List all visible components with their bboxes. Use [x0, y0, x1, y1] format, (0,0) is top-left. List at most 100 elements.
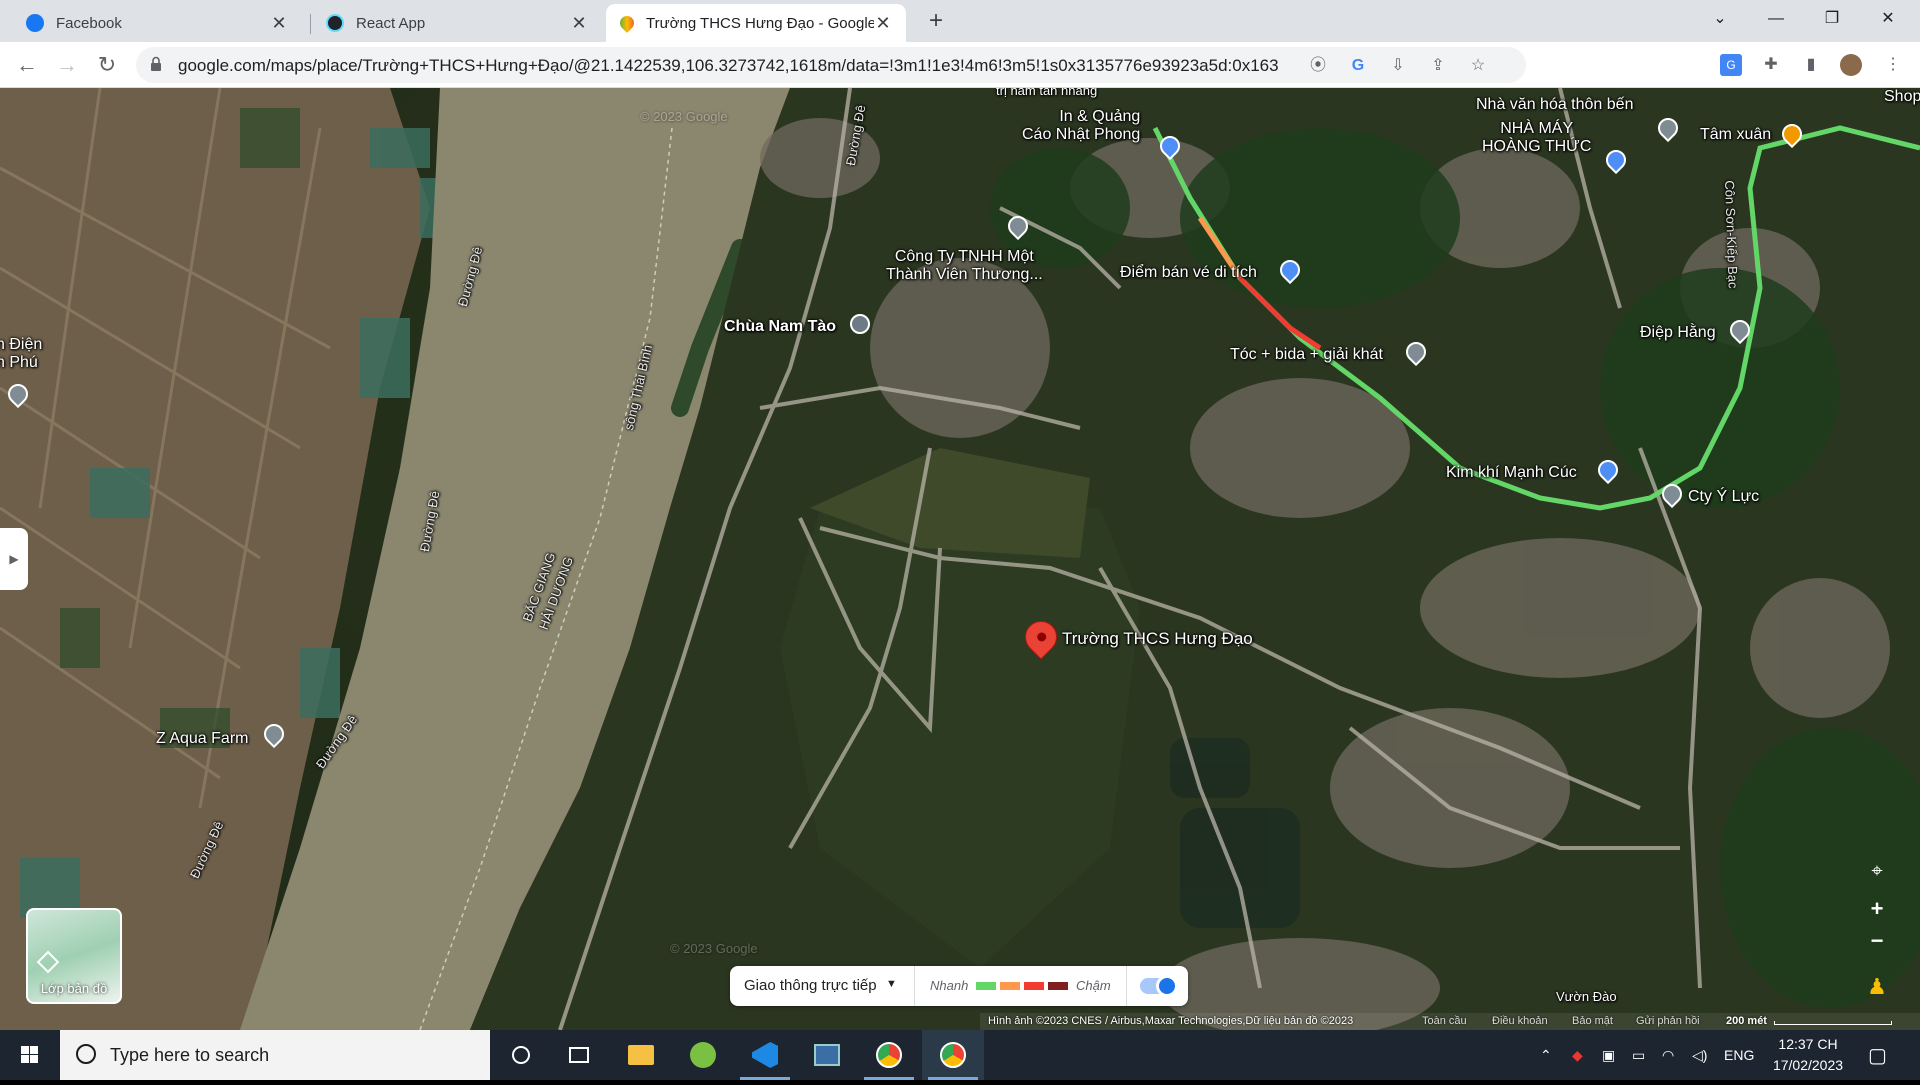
- back-button[interactable]: ←: [12, 50, 42, 80]
- layers-icon: [36, 950, 60, 974]
- place-label[interactable]: trị nám tàn nhang: [996, 88, 1097, 100]
- traffic-toggle[interactable]: [1140, 975, 1178, 997]
- privacy-link[interactable]: Bảo mật: [1572, 1015, 1613, 1027]
- close-icon[interactable]: ✕: [270, 13, 288, 34]
- temple-pin-icon[interactable]: [850, 314, 870, 334]
- search-placeholder: Type here to search: [110, 1045, 270, 1065]
- place-label-diep-hang[interactable]: Điệp Hằng: [1640, 324, 1716, 342]
- bookmark-star-icon[interactable]: ☆: [1468, 56, 1488, 76]
- layers-button[interactable]: Lớp bản đồ: [26, 908, 122, 1004]
- app-window-icon[interactable]: [796, 1030, 858, 1080]
- place-label-dien-phu[interactable]: n Điện n Phú: [0, 336, 42, 372]
- cortana-icon[interactable]: [490, 1030, 552, 1080]
- meet-icon[interactable]: ▣: [1602, 1030, 1615, 1080]
- profile-avatar[interactable]: [1840, 54, 1862, 76]
- divider: [914, 966, 915, 1006]
- language-indicator[interactable]: ENG: [1724, 1030, 1754, 1080]
- place-label-in-quang-cao[interactable]: In & Quảng Cáo Nhật Phong: [1022, 108, 1140, 144]
- google-watermark: © 2023 Google: [670, 941, 758, 956]
- google-maps-icon: [617, 13, 637, 33]
- traffic-fast-label: Nhanh: [930, 978, 969, 993]
- menu-kebab-icon[interactable]: ⋮: [1882, 54, 1904, 76]
- tab-react-app[interactable]: React App ✕: [312, 4, 602, 42]
- traffic-slow-label: Chậm: [1076, 978, 1111, 993]
- place-label-tam-xuan[interactable]: Tâm xuân: [1700, 126, 1771, 144]
- task-view-icon[interactable]: [548, 1030, 610, 1080]
- global-link[interactable]: Toàn cầu: [1422, 1015, 1467, 1027]
- chevron-down-icon[interactable]: ▼: [886, 978, 897, 990]
- google-watermark: © 2023 Google: [640, 109, 728, 124]
- taskbar-search-box[interactable]: Type here to search: [60, 1030, 490, 1080]
- minimize-button[interactable]: —: [1748, 0, 1804, 40]
- react-icon: [326, 14, 344, 32]
- restore-button[interactable]: ❐: [1804, 0, 1860, 40]
- tab-facebook[interactable]: Facebook ✕: [12, 4, 302, 42]
- imagery-attribution: Hình ảnh ©2023 CNES / Airbus,Maxar Techn…: [988, 1015, 1354, 1027]
- place-label-nha-van-hoa[interactable]: Nhà văn hóa thôn bến: [1476, 96, 1633, 114]
- address-bar[interactable]: google.com/maps/place/Trường+THCS+Hưng+Đ…: [136, 47, 1526, 83]
- tray-chevron-icon[interactable]: ⌃: [1540, 1030, 1552, 1080]
- wifi-icon[interactable]: ◠: [1662, 1030, 1674, 1080]
- pegman-icon[interactable]: ♟: [1860, 974, 1894, 1000]
- place-label-kim-khi[interactable]: Kim khí Mạnh Cúc: [1446, 464, 1577, 482]
- place-label-shop[interactable]: Shop: [1884, 88, 1920, 106]
- chrome-profile-icon[interactable]: [922, 1030, 984, 1080]
- map-footer: Hình ảnh ©2023 CNES / Airbus,Maxar Techn…: [980, 1013, 1920, 1030]
- traffic-layer-select[interactable]: Giao thông trực tiếp: [744, 977, 877, 994]
- windows-taskbar: Type here to search ⌃ ◆ ▣ ▭ ◠ ◁) ENG 12:…: [0, 1030, 1920, 1080]
- chrome-icon[interactable]: [858, 1030, 920, 1080]
- reload-button[interactable]: ↻: [92, 50, 122, 80]
- place-label-z-aqua[interactable]: Z Aqua Farm: [156, 730, 248, 748]
- place-label-diem-ban-ve[interactable]: Điểm bán vé di tích: [1120, 264, 1257, 282]
- toggle-knob: [1156, 975, 1178, 997]
- terms-link[interactable]: Điều khoản: [1492, 1015, 1548, 1027]
- zoom-in-button[interactable]: +: [1860, 896, 1894, 922]
- translate-icon[interactable]: G: [1720, 54, 1742, 76]
- tab-search-icon[interactable]: ⌄: [1692, 0, 1748, 40]
- layers-label: Lớp bản đồ: [40, 981, 108, 996]
- traffic-color-moderate: [1000, 982, 1020, 990]
- browser-toolbar: ← → ↻ google.com/maps/place/Trường+THCS+…: [0, 42, 1920, 88]
- satellite-map[interactable]: trị nám tàn nhang In & Quảng Cáo Nhật Ph…: [0, 88, 1920, 1030]
- clock-time: 12:37 CH: [1778, 1036, 1838, 1052]
- place-label-cty-y-luc[interactable]: Cty Ý Lực: [1688, 488, 1759, 506]
- clock[interactable]: 12:37 CH 17/02/2023: [1760, 1034, 1856, 1076]
- traffic-legend: Giao thông trực tiếp ▼ Nhanh Chậm: [730, 966, 1188, 1006]
- tab-strip: Facebook ✕ React App ✕ Trường THCS Hưng …: [0, 0, 1920, 42]
- google-lens-icon[interactable]: G: [1348, 56, 1368, 76]
- close-icon[interactable]: ✕: [570, 13, 588, 34]
- clock-date: 17/02/2023: [1772, 1057, 1844, 1073]
- extensions-icon[interactable]: ✚: [1760, 54, 1782, 76]
- file-explorer-icon[interactable]: [610, 1030, 672, 1080]
- place-label-cong-ty[interactable]: Công Ty TNHH Một Thành Viên Thương...: [886, 248, 1043, 284]
- tab-label: Facebook: [56, 14, 122, 32]
- place-label-truong-thcs[interactable]: Trường THCS Hưng Đạo: [1062, 630, 1253, 648]
- scale-label[interactable]: 200 mét: [1726, 1015, 1767, 1027]
- place-label-chua-nam-tao[interactable]: Chùa Nam Tào: [724, 318, 836, 336]
- side-panel-icon[interactable]: ▮: [1800, 54, 1822, 76]
- close-window-button[interactable]: ✕: [1860, 0, 1916, 40]
- volume-icon[interactable]: ◁): [1692, 1030, 1707, 1080]
- close-icon[interactable]: ✕: [874, 13, 892, 34]
- share-icon[interactable]: ⇪: [1428, 56, 1448, 76]
- start-button[interactable]: [0, 1030, 60, 1080]
- app-green-icon[interactable]: [672, 1030, 734, 1080]
- notification-icon[interactable]: ▢: [1868, 1030, 1887, 1080]
- collapse-side-panel-button[interactable]: ▶: [0, 528, 28, 590]
- antivirus-icon[interactable]: ◆: [1572, 1030, 1583, 1080]
- tab-google-maps[interactable]: Trường THCS Hưng Đạo - Google ✕: [606, 4, 906, 42]
- location-icon[interactable]: ⦿: [1308, 56, 1328, 76]
- place-label-toc-bida[interactable]: Tóc + bida + giải khát: [1230, 346, 1383, 364]
- facebook-icon: [26, 14, 44, 32]
- my-location-icon[interactable]: ⌖: [1860, 860, 1894, 883]
- place-label-nha-may[interactable]: NHÀ MÁY HOÀNG THỨC: [1482, 120, 1591, 156]
- feedback-link[interactable]: Gửi phản hồi: [1636, 1015, 1700, 1027]
- battery-icon[interactable]: ▭: [1632, 1030, 1645, 1080]
- new-tab-button[interactable]: +: [922, 8, 950, 36]
- install-app-icon[interactable]: ⇩: [1388, 56, 1408, 76]
- vscode-icon[interactable]: [734, 1030, 796, 1080]
- zoom-out-button[interactable]: −: [1860, 928, 1894, 954]
- place-label-vuon-dao[interactable]: Vườn Đào: [1556, 988, 1617, 1006]
- forward-button[interactable]: →: [52, 50, 82, 80]
- traffic-color-fast: [976, 982, 996, 990]
